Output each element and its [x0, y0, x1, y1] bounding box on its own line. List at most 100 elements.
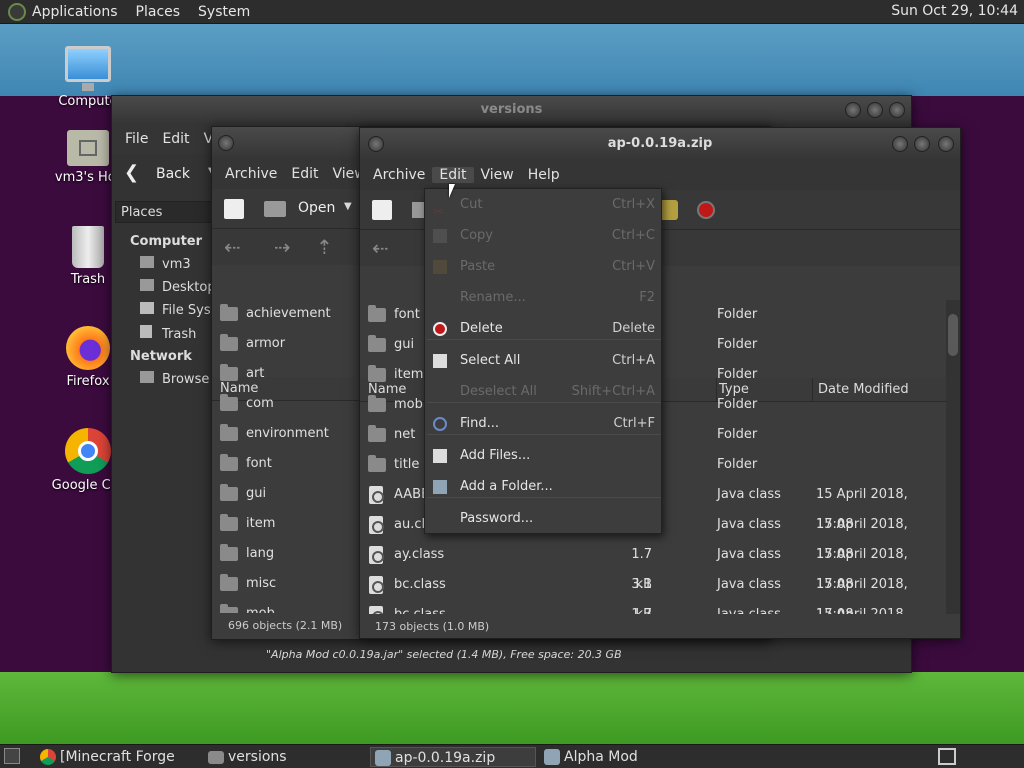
- menu-help[interactable]: Help: [521, 167, 567, 183]
- workspace-switcher-icon[interactable]: [938, 748, 956, 765]
- back-arrow-icon: ❮: [124, 162, 140, 183]
- open-icon[interactable]: [264, 201, 286, 217]
- minimize-button[interactable]: [845, 102, 861, 118]
- firefox-icon: [66, 326, 110, 370]
- sidebar-item-browse-network[interactable]: Browse: [140, 371, 220, 387]
- list-item[interactable]: armor: [212, 329, 360, 359]
- back-arrow-icon[interactable]: ⇠: [372, 236, 389, 260]
- list-item[interactable]: mob: [212, 599, 360, 613]
- window-menu-button[interactable]: [368, 136, 384, 152]
- stop-icon[interactable]: [697, 201, 715, 219]
- menu-edit[interactable]: Edit: [155, 131, 196, 147]
- places-menu[interactable]: Places: [136, 4, 181, 20]
- sidebar-item-vm3[interactable]: vm3: [140, 256, 220, 272]
- new-archive-icon[interactable]: [372, 200, 392, 220]
- menu-item-rename[interactable]: Rename... F2: [425, 283, 663, 313]
- list-item[interactable]: gui: [212, 479, 360, 509]
- clock[interactable]: Sun Oct 29, 10:44: [891, 3, 1018, 19]
- file-type: Folder: [717, 427, 758, 442]
- menu-file[interactable]: File: [118, 131, 155, 147]
- new-archive-icon[interactable]: [224, 199, 244, 219]
- sidebar-item-trash[interactable]: Trash: [140, 325, 220, 342]
- list-item[interactable]: com: [212, 389, 360, 419]
- file-type: Java class: [717, 547, 781, 562]
- menu-item-paste[interactable]: Paste Ctrl+V: [425, 252, 663, 282]
- window-titlebar[interactable]: versions: [112, 96, 911, 124]
- distro-logo-icon[interactable]: [8, 2, 26, 21]
- close-button[interactable]: [938, 136, 954, 152]
- menu-item-accelerator: F2: [639, 290, 655, 305]
- minimize-button[interactable]: [892, 136, 908, 152]
- maximize-button[interactable]: [914, 136, 930, 152]
- scrollbar-thumb[interactable]: [948, 314, 958, 356]
- folder-icon: [220, 334, 238, 351]
- scrollbar[interactable]: [946, 300, 960, 614]
- sidebar-item-label: vm3: [162, 257, 191, 272]
- open-button[interactable]: Open: [298, 200, 335, 216]
- java-class-file-icon: [369, 576, 384, 594]
- sidebar-item-label: Desktop: [162, 280, 216, 295]
- file-type: Java class: [717, 600, 781, 614]
- menu-item-select-all[interactable]: Select All Ctrl+A: [425, 346, 663, 376]
- maximize-button[interactable]: [867, 102, 883, 118]
- menu-archive[interactable]: Archive: [366, 167, 432, 183]
- list-item[interactable]: art: [212, 359, 360, 389]
- file-type: Java class: [717, 517, 781, 532]
- menu-item-cut[interactable]: ✂ Cut Ctrl+X: [425, 190, 663, 220]
- file-name: bc.class: [394, 577, 446, 592]
- menu-item-copy[interactable]: Copy Ctrl+C: [425, 221, 663, 251]
- show-desktop-icon[interactable]: [4, 748, 20, 764]
- taskbar-item-versions[interactable]: versions: [204, 747, 364, 767]
- window-titlebar[interactable]: ap-0.0.19a.zip: [360, 128, 960, 160]
- java-class-file-icon: [369, 486, 384, 504]
- folder-icon: [220, 484, 238, 501]
- table-row[interactable]: bc.class3.1 kBJava class15 April 2018, 1…: [360, 570, 946, 614]
- menu-item-password[interactable]: Password...: [425, 504, 663, 534]
- back-button[interactable]: ❮ Back ▼: [122, 162, 216, 188]
- file-name: font: [394, 307, 420, 322]
- table-row[interactable]: ay.class 1.7 kB Java class 15 April 2018, 1…: [360, 540, 946, 592]
- menu-edit[interactable]: Edit: [284, 166, 325, 182]
- menu-item-accelerator: Ctrl+C: [611, 228, 655, 243]
- up-arrow-icon[interactable]: ⇡: [316, 235, 333, 259]
- file-name: net: [394, 427, 416, 442]
- sidebar-item-filesystem[interactable]: File Syst: [140, 302, 220, 318]
- places-label: Places: [121, 205, 163, 220]
- menu-archive[interactable]: Archive: [218, 166, 284, 182]
- taskbar-item-zip[interactable]: ap-0.0.19a.zip: [370, 747, 536, 767]
- file-name: armor: [246, 336, 286, 351]
- file-type: Folder: [717, 457, 758, 472]
- menu-item-add-files[interactable]: Add Files...: [425, 441, 663, 471]
- close-button[interactable]: [889, 102, 905, 118]
- chevron-down-icon[interactable]: ▼: [344, 201, 352, 212]
- sidebar-heading-computer: Computer: [130, 234, 203, 249]
- file-name: achievement: [246, 306, 331, 321]
- table-row[interactable]: bc.class 1.7 kB Java class 15 April 2018, 1…: [360, 600, 946, 614]
- list-item[interactable]: achievement: [212, 299, 360, 329]
- menu-view[interactable]: View: [474, 167, 521, 183]
- add-files-icon: [433, 449, 447, 463]
- applications-menu[interactable]: Applications: [32, 4, 118, 20]
- forward-arrow-icon[interactable]: ⇢: [274, 235, 291, 259]
- add-folder-icon: [433, 480, 447, 494]
- sidebar-item-label: File Syst: [162, 303, 216, 318]
- system-menu[interactable]: System: [198, 4, 250, 20]
- list-item[interactable]: lang: [212, 539, 360, 569]
- menu-edit[interactable]: Edit: [432, 167, 474, 183]
- list-item[interactable]: misc: [212, 569, 360, 599]
- chrome-icon: [40, 749, 56, 765]
- menu-item-label: Cut: [460, 197, 483, 212]
- java-class-file-icon: [369, 516, 384, 534]
- network-icon: [140, 371, 154, 383]
- taskbar: [Minecraft Forge do... versions ap-0.0.1…: [0, 744, 1024, 768]
- find-icon: [433, 417, 447, 431]
- taskbar-item-chrome[interactable]: [Minecraft Forge do...: [36, 747, 202, 767]
- sidebar-item-desktop[interactable]: Desktop: [140, 279, 220, 295]
- back-arrow-icon[interactable]: ⇠: [224, 235, 241, 259]
- close-button[interactable]: [218, 135, 234, 151]
- list-item[interactable]: environment: [212, 419, 360, 449]
- places-selector[interactable]: Places: [115, 201, 215, 223]
- list-item[interactable]: item: [212, 509, 360, 539]
- taskbar-item-alpha-mod[interactable]: Alpha Mod c0.0.19a....: [540, 747, 720, 767]
- list-item[interactable]: font: [212, 449, 360, 479]
